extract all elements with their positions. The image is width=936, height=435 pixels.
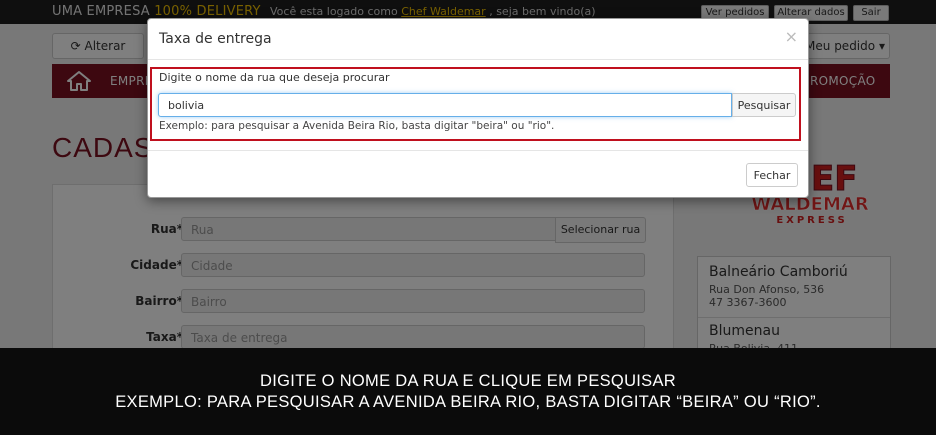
instruction-caption: DIGITE O NOME DA RUA E CLIQUE EM PESQUIS… <box>0 348 936 435</box>
street-search-input[interactable]: bolivia <box>158 93 732 117</box>
caption-line-2: EXEMPLO: PARA PESQUISAR A AVENIDA BEIRA … <box>115 393 821 411</box>
modal-footer-divider <box>148 150 808 151</box>
search-button[interactable]: Pesquisar <box>732 93 796 117</box>
caption-line-1: DIGITE O NOME DA RUA E CLIQUE EM PESQUIS… <box>259 372 676 390</box>
delivery-fee-modal: Taxa de entrega × Digite o nome da rua q… <box>147 18 809 198</box>
close-icon[interactable]: × <box>785 27 798 46</box>
modal-header-divider <box>148 59 808 60</box>
search-example-hint: Exemplo: para pesquisar a Avenida Beira … <box>159 120 555 132</box>
modal-title: Taxa de entrega <box>159 31 272 47</box>
close-modal-button[interactable]: Fechar <box>746 163 798 187</box>
search-label: Digite o nome da rua que deseja procurar <box>159 71 390 84</box>
